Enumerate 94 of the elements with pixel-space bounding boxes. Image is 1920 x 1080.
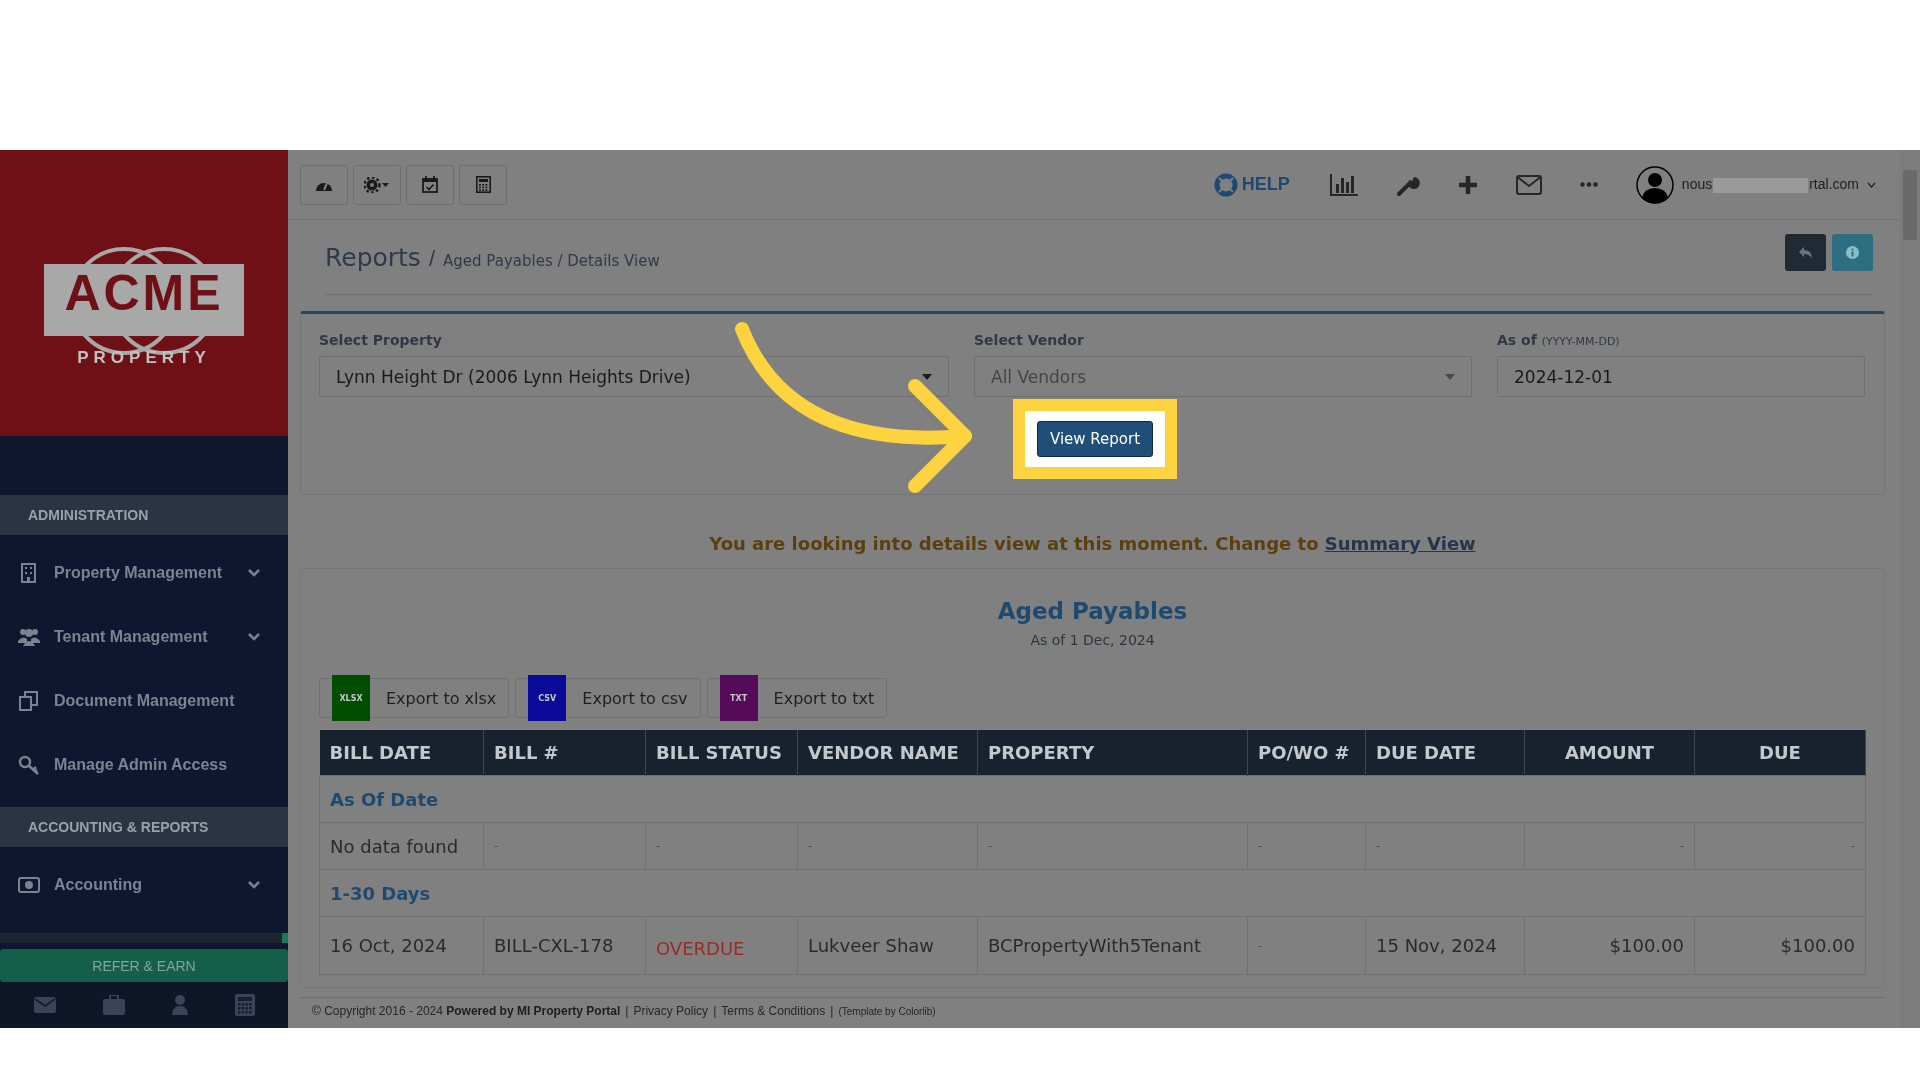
table-cell: BILL-CXL-178 [483,916,646,975]
table-cell: BCPropertyWith5Tenant [977,916,1248,975]
table-cell: 16 Oct, 2024 [319,916,484,975]
section-header: ACCOUNTING & REPORTS [0,807,288,847]
table-cell: - [1247,916,1366,975]
caret-icon [1445,373,1455,380]
table-cell: - [645,822,798,870]
file-badge: CSV [528,675,567,721]
avatar-icon [1635,165,1674,204]
more-icon[interactable] [1579,182,1598,187]
sidebar-scrollbar[interactable] [0,933,288,943]
money-icon [18,875,40,895]
info-icon [1846,246,1859,259]
column-header: VENDOR NAME [797,730,978,776]
nav-item[interactable]: Accounting [0,853,288,917]
table-cell: - [797,822,978,870]
column-header: BILL # [483,730,646,776]
breadcrumb: Aged Payables / Details View [443,252,660,270]
bar-chart-icon[interactable] [1329,173,1358,196]
info-button[interactable] [1832,234,1873,271]
scrollbar[interactable] [1900,150,1920,1028]
nav-item[interactable]: Document Management [0,669,288,733]
nav-item[interactable]: Manage Admin Access [0,733,288,797]
field-label: As of (YYYY-MM-DD) [1497,332,1621,348]
user-menu[interactable]: nous rtal.com [1635,165,1876,204]
caret-icon [922,373,932,380]
refer-and-earn-button[interactable]: REFER & EARN [0,949,288,982]
footer-separator: | [830,1004,834,1018]
table-cell: - [483,822,646,870]
report-title: Aged Payables [997,598,1188,624]
date-field[interactable]: 2024-12-01 [1497,356,1865,397]
users-icon [18,627,40,647]
table-cell: $100.00 [1524,916,1695,975]
logo-subtitle: PROPERTY [77,348,211,368]
caret-icon [1867,181,1876,188]
reply-icon [1798,246,1813,259]
footer-text: © Copyright 2016 - 2024 Powered by MI Property Portal [312,1004,621,1018]
table-cell: 15 Nov, 2024 [1365,916,1525,975]
table-cell: - [1524,822,1695,870]
settings-icon [364,176,390,193]
nav-item[interactable]: Property Management [0,541,288,605]
key-icon [18,755,40,775]
column-header: BILL DATE [319,730,484,776]
template-credit: (Template by Colorlib) [838,1005,936,1017]
property-select[interactable]: Lynn Height Dr (2006 Lynn Heights Drive) [319,356,949,397]
table-cell: - [1365,822,1525,870]
column-header: AMOUNT [1524,730,1695,776]
column-header: DUE [1694,730,1866,776]
calculator-button[interactable] [459,164,507,205]
table-cell: No data found [319,822,484,870]
summary-view-link[interactable]: Summary View [1324,533,1476,554]
column-header: PROPERTY [977,730,1248,776]
notice-text: You are looking into details view at this moment. Change to Summary View [708,533,1477,554]
logo-text: ACME [64,268,224,318]
footer-separator: | [713,1004,717,1018]
view-report-button[interactable]: View Report [1037,421,1154,457]
calendar-button[interactable] [406,164,454,205]
back-button[interactable] [1785,234,1826,271]
documents-icon [18,691,40,711]
field-label: Select Vendor [974,332,1085,348]
mail-icon[interactable] [1515,174,1542,195]
page-title: Reports [325,243,421,272]
table-cell: - [977,822,1248,870]
group-header: 1-30 Days [319,869,1866,917]
nav-item[interactable]: Tenant Management [0,605,288,669]
file-badge: XLSX [332,675,370,721]
table-cell: Lukveer Shaw [797,916,978,975]
footer-link[interactable]: Terms & Conditions [721,1004,826,1018]
footer-link[interactable]: Privacy Policy [633,1004,709,1018]
column-header: DUE DATE [1365,730,1525,776]
vendor-select[interactable]: All Vendors [974,356,1472,397]
settings-button[interactable] [353,164,401,205]
file-badge: TXT [719,675,758,721]
table-cell: OVERDUE [645,916,798,975]
calendar-check-icon [422,176,438,193]
table-cell: - [1694,822,1866,870]
export-button[interactable]: CSV Export to csv [515,678,701,718]
export-button[interactable]: XLSX Export to xlsx [319,678,510,718]
lifebuoy-icon [1213,172,1238,197]
dashboard-button[interactable] [300,164,348,205]
plus-icon[interactable] [1457,174,1478,195]
field-label: Select Property [319,332,443,348]
report-date: As of 1 Dec, 2024 [1030,632,1155,648]
section-header: ADMINISTRATION [0,495,288,535]
column-header: PO/WO # [1247,730,1366,776]
export-button[interactable]: TXT Export to txt [706,678,888,718]
table-cell: $100.00 [1694,916,1866,975]
user-email: nous rtal.com [1681,176,1859,193]
calculator-icon [475,176,491,193]
table-cell: - [1247,822,1366,870]
column-header: BILL STATUS [645,730,798,776]
group-header: As Of Date [319,775,1866,823]
footer-separator: | [625,1004,629,1018]
breadcrumb-separator: / [428,246,436,272]
